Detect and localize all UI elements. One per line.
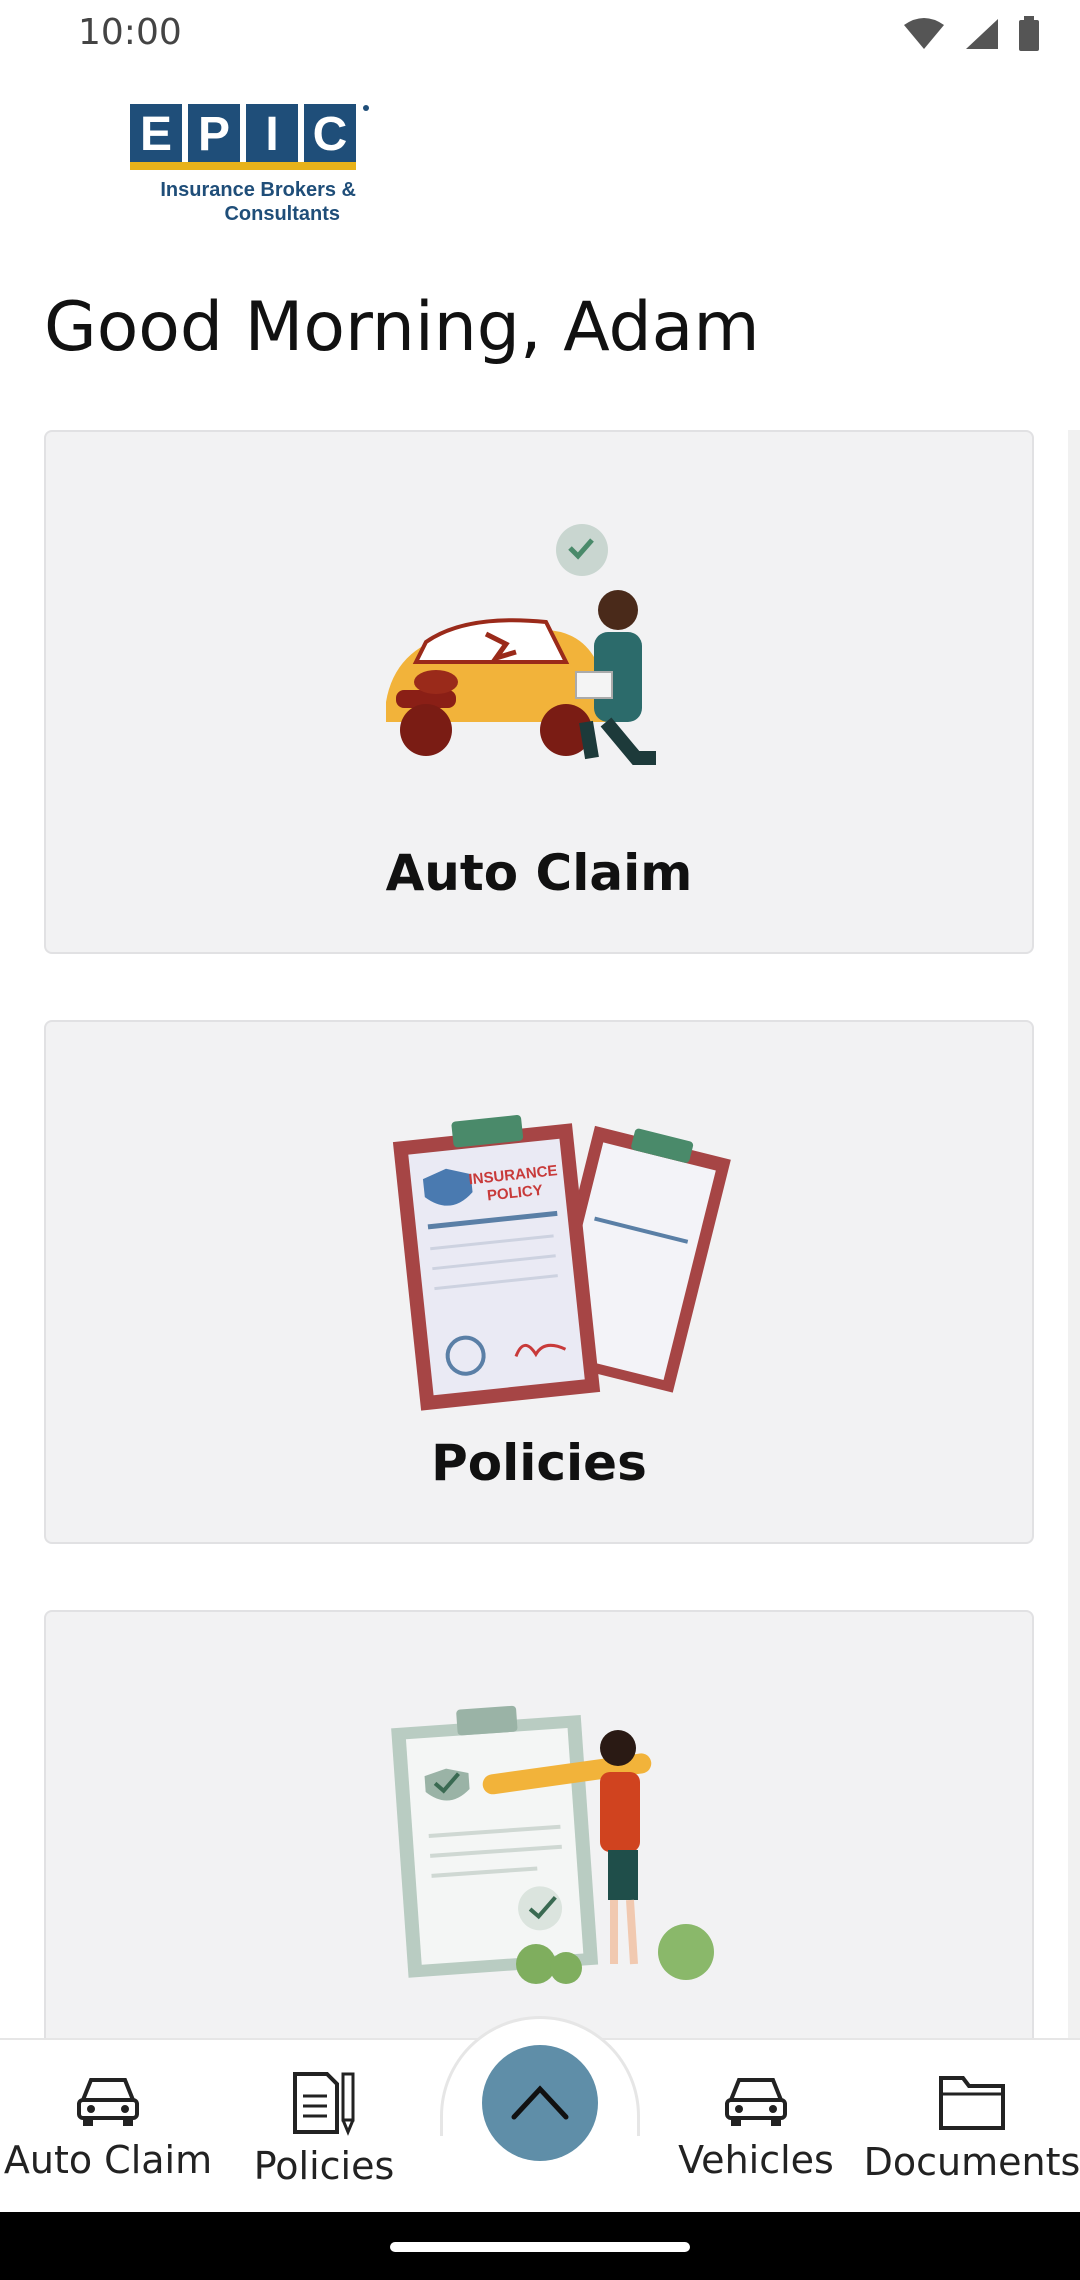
car-icon — [77, 2078, 139, 2126]
svg-text:I: I — [265, 108, 278, 161]
nav-policies-label: Policies — [253, 2144, 395, 2188]
status-bar: 10:00 — [0, 0, 1080, 72]
folder-icon — [939, 2076, 1005, 2130]
policies-label: Policies — [431, 1434, 647, 1492]
chevron-up-icon — [511, 2085, 569, 2120]
svg-text:C: C — [313, 108, 348, 161]
nav-documents[interactable]: Documents — [862, 2070, 1080, 2184]
nav-vehicles[interactable]: Vehicles — [646, 2070, 866, 2182]
nav-policies[interactable]: Policies — [214, 2070, 434, 2188]
greeting-title: Good Morning, Adam — [44, 288, 760, 367]
nav-auto-claim[interactable]: Auto Claim — [0, 2070, 218, 2182]
insurance-policy-illustration: INSURANCE POLICY — [392, 1115, 731, 1411]
car-icon — [725, 2078, 787, 2126]
nav-vehicles-label: Vehicles — [678, 2138, 834, 2182]
policies-card[interactable]: INSURANCE POLICY Policies — [44, 1020, 1034, 1544]
nav-documents-label: Documents — [863, 2140, 1080, 2184]
svg-text:E: E — [140, 108, 172, 161]
nav-auto-claim-label: Auto Claim — [3, 2138, 213, 2182]
epic-logo: E P I C Insurance Brokers & Consultants — [130, 100, 440, 230]
home-gesture-handle[interactable] — [390, 2242, 690, 2252]
checklist-card[interactable] — [44, 1610, 1034, 2080]
checklist-illustration — [391, 1705, 714, 1984]
status-time: 10:00 — [78, 12, 182, 53]
logo-line2: Consultants — [224, 203, 340, 225]
status-icons — [902, 16, 1040, 52]
svg-text:P: P — [198, 108, 230, 161]
auto-claim-card[interactable]: Auto Claim — [44, 430, 1034, 954]
scroll-track — [1068, 430, 1080, 2040]
wifi-icon — [904, 18, 944, 49]
car-inspection-illustration — [386, 524, 656, 765]
logo-line1: Insurance Brokers & — [160, 179, 356, 201]
signal-icon — [966, 19, 998, 49]
auto-claim-label: Auto Claim — [385, 844, 693, 902]
expand-menu-button[interactable] — [482, 2045, 598, 2161]
document-pen-icon — [293, 2072, 355, 2136]
battery-icon — [1019, 16, 1039, 51]
